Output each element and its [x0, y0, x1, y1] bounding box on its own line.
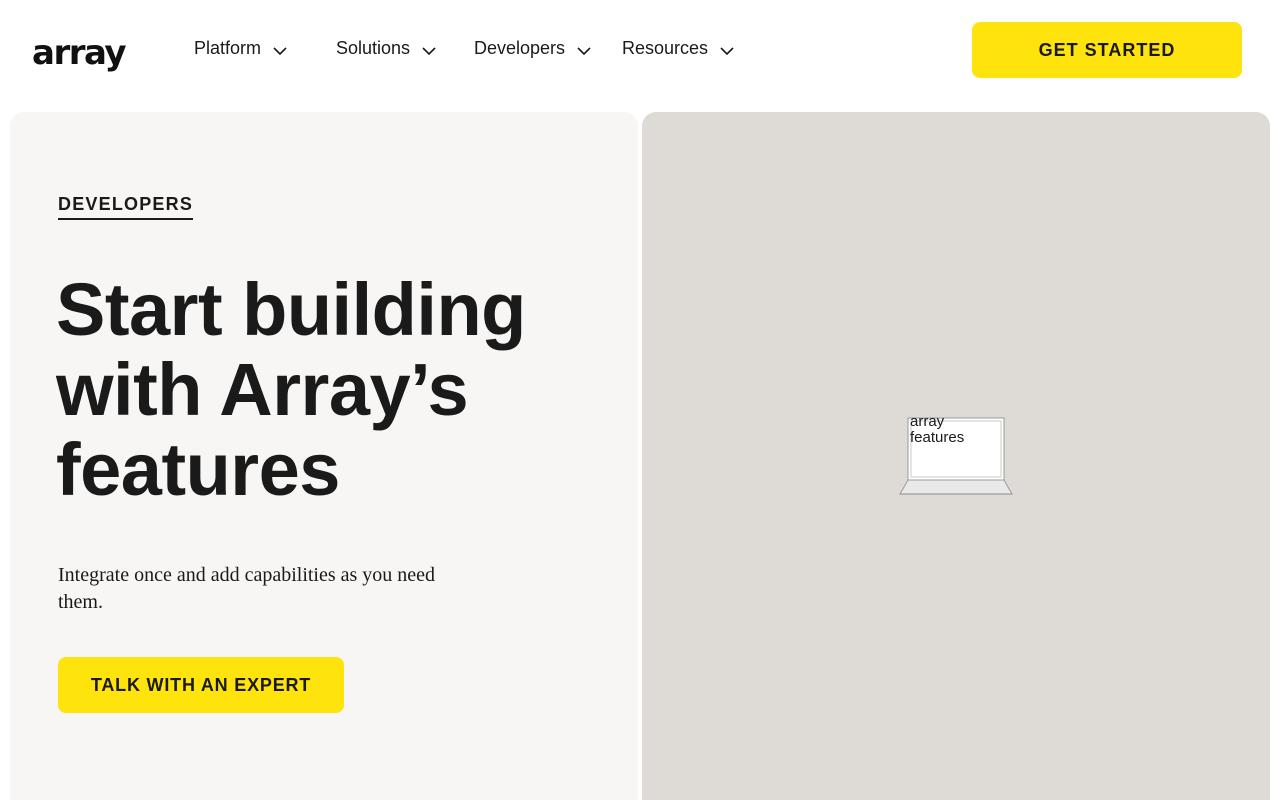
main-nav: Platform Solutions Developers Resources — [194, 38, 752, 59]
nav-item-solutions[interactable]: Solutions — [336, 38, 474, 59]
nav-label-platform: Platform — [194, 38, 262, 58]
chevron-down-icon — [422, 46, 436, 55]
nav-label-solutions: Solutions — [336, 38, 411, 58]
hero-headline: Start building with Array’s features — [56, 268, 526, 511]
talk-with-expert-button[interactable]: TALK WITH AN EXPERT — [58, 657, 344, 713]
nav-label-resources: Resources — [622, 38, 709, 58]
nav-item-developers[interactable]: Developers — [474, 38, 622, 59]
nav-item-platform[interactable]: Platform — [194, 38, 336, 59]
chevron-down-icon — [273, 46, 287, 55]
developers-eyebrow-link[interactable]: DEVELOPERS — [58, 194, 194, 220]
chevron-down-icon — [577, 46, 591, 55]
nav-item-resources[interactable]: Resources — [622, 38, 752, 59]
image-alt-text: array features — [910, 413, 965, 446]
array-logo[interactable]: array — [32, 36, 127, 70]
nav-label-developers: Developers — [474, 38, 566, 58]
site-header: array Platform Solutions Developers Reso… — [0, 0, 1280, 100]
get-started-button[interactable]: GET STARTED — [972, 22, 1242, 78]
hero-media-panel: array features — [642, 112, 1270, 800]
chevron-down-icon — [720, 46, 734, 55]
hero-text-panel: DEVELOPERS Start building with Array’s f… — [10, 112, 638, 800]
hero-subcopy: Integrate once and add capabilities as y… — [58, 564, 436, 613]
